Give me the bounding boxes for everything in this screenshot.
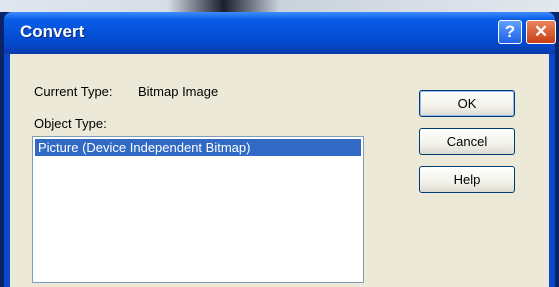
close-icon[interactable]: ✕ xyxy=(526,20,556,44)
object-type-label: Object Type: xyxy=(34,116,107,131)
background-desktop-strip xyxy=(0,0,559,12)
object-type-list[interactable]: Picture (Device Independent Bitmap) xyxy=(32,136,364,283)
window-title: Convert xyxy=(20,22,85,41)
dialog-client-area: Current Type: Bitmap Image Object Type: … xyxy=(10,54,549,287)
ok-button[interactable]: OK xyxy=(419,90,515,117)
current-type-label: Current Type: xyxy=(34,84,113,99)
cancel-button[interactable]: Cancel xyxy=(419,128,515,155)
current-type-value: Bitmap Image xyxy=(138,84,219,99)
title-bar[interactable]: Convert ? ✕ xyxy=(4,12,556,54)
help-button[interactable]: Help xyxy=(419,166,515,193)
convert-dialog: Convert ? ✕ Current Type: Bitmap Image O… xyxy=(4,12,556,287)
list-item-selected[interactable]: Picture (Device Independent Bitmap) xyxy=(35,139,361,156)
help-icon[interactable]: ? xyxy=(498,20,522,44)
